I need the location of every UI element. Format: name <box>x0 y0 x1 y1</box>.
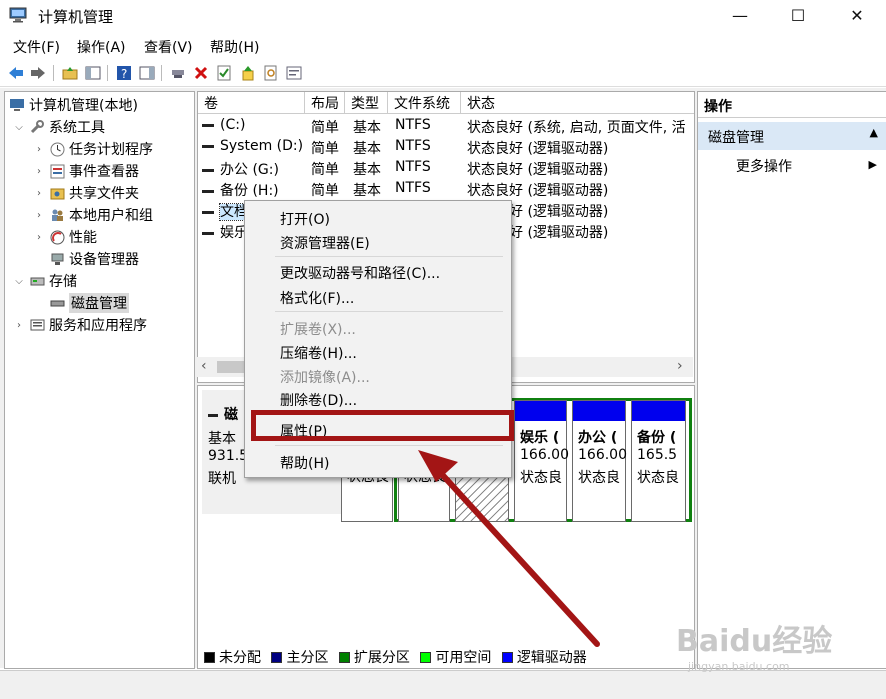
watermark-url: jingyan.baidu.com <box>688 660 790 673</box>
arrow-head <box>418 450 458 482</box>
watermark-logo: Baidu经验 <box>676 624 833 659</box>
annotation-arrow <box>418 450 600 647</box>
arrow-shaft <box>435 467 600 647</box>
